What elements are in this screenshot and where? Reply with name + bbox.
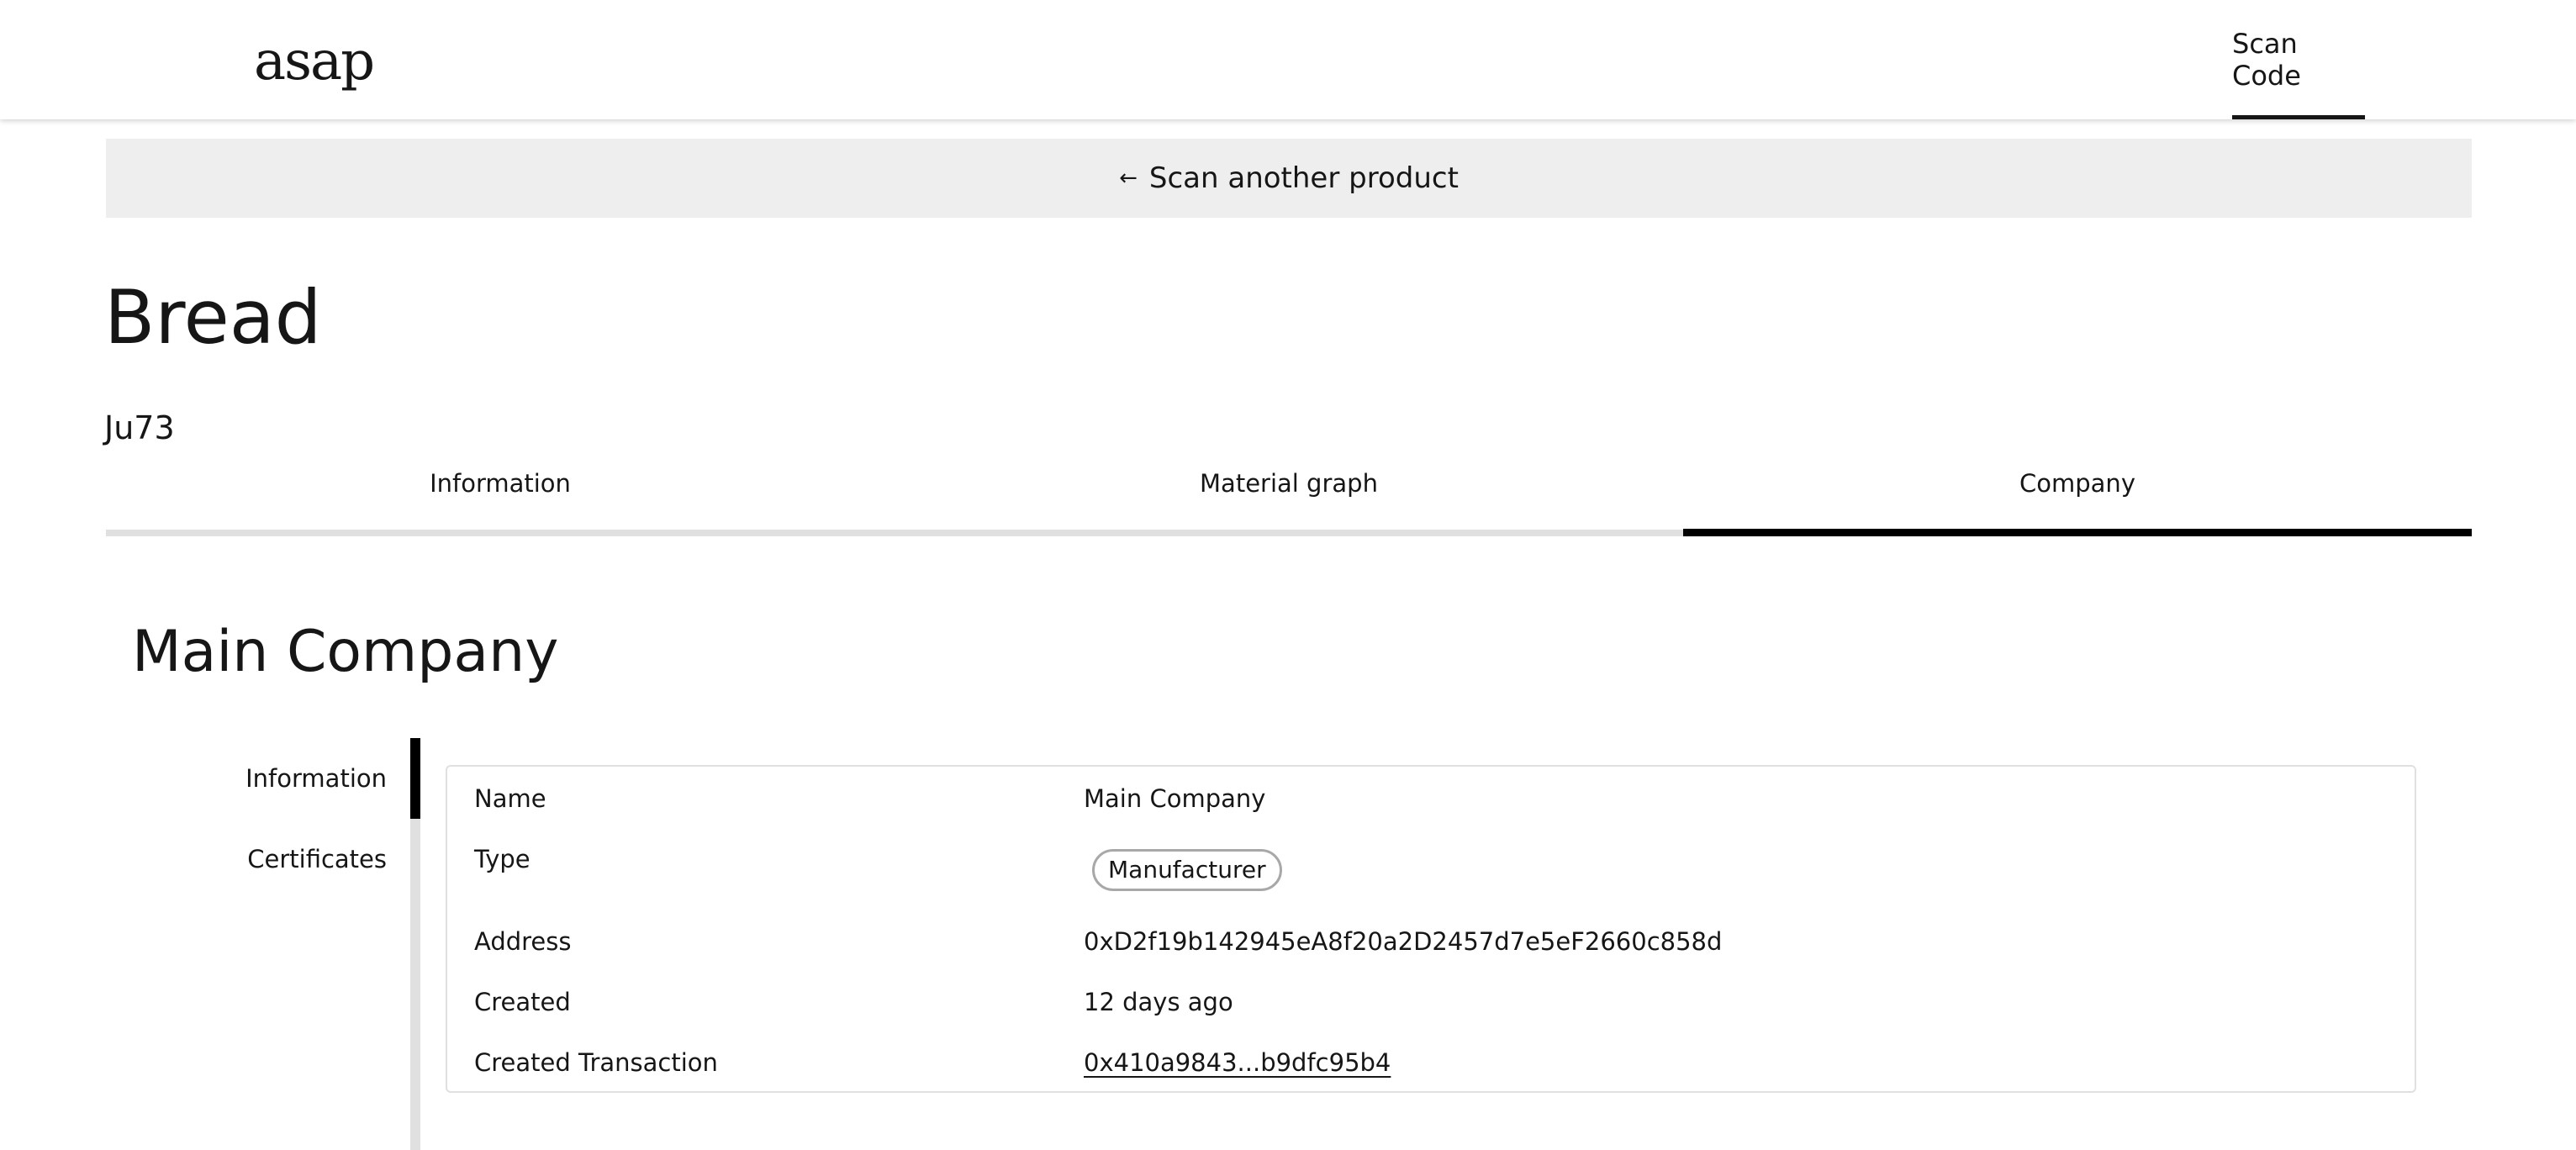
product-tabs: Information Material graph Company xyxy=(106,462,2472,536)
tab-material-graph[interactable]: Material graph xyxy=(895,462,1683,536)
detail-label: Address xyxy=(474,927,572,956)
company-side-nav: Information Certificates xyxy=(168,738,420,1150)
company-title: Main Company xyxy=(132,619,559,685)
product-title: Bread xyxy=(104,274,322,361)
detail-value: 0xD2f19b142945eA8f20a2D2457d7e5eF2660c85… xyxy=(1084,927,1723,956)
product-code: Ju73 xyxy=(104,409,175,446)
detail-label: Created Transaction xyxy=(474,1048,718,1077)
scan-another-product-label: Scan another product xyxy=(1148,161,1459,195)
detail-label: Created xyxy=(474,988,571,1016)
tab-information[interactable]: Information xyxy=(106,462,895,536)
tab-indicator xyxy=(106,530,895,536)
detail-label: Type xyxy=(474,845,531,873)
created-transaction-link[interactable]: 0x410a9843...b9dfc95b4 xyxy=(1084,1048,1391,1077)
side-nav-certificates[interactable]: Certificates xyxy=(247,819,387,899)
top-header: asap Scan Code xyxy=(0,0,2576,119)
asap-logo[interactable]: asap xyxy=(254,25,388,98)
arrow-left-icon: ← xyxy=(1119,166,1138,191)
scan-another-product-button[interactable]: ← Scan another product xyxy=(106,139,2472,218)
tab-label: Information xyxy=(430,469,571,498)
type-tag: Manufacturer xyxy=(1092,849,1282,891)
nav-scan-code-link[interactable]: Scan Code xyxy=(2232,0,2365,119)
nav-scan-code-label: Scan Code xyxy=(2232,28,2301,92)
tab-indicator xyxy=(895,530,1683,536)
detail-label: Name xyxy=(474,784,546,813)
detail-value: 12 days ago xyxy=(1084,988,1233,1016)
tab-company[interactable]: Company xyxy=(1683,462,2472,536)
company-details-card: Name Main Company Type Manufacturer Addr… xyxy=(446,765,2416,1093)
logo-text: asap xyxy=(254,30,375,92)
side-nav-active-indicator xyxy=(410,738,420,819)
detail-value: Main Company xyxy=(1084,784,1266,813)
side-nav-information[interactable]: Information xyxy=(245,738,387,819)
detail-value: 0x410a9843...b9dfc95b4 xyxy=(1084,1046,1391,1079)
detail-value: Manufacturer xyxy=(1084,842,1282,891)
tab-indicator-active xyxy=(1683,529,2472,536)
tab-label: Company xyxy=(2019,469,2135,498)
side-nav-label: Certificates xyxy=(247,845,387,873)
tab-label: Material graph xyxy=(1200,469,1378,498)
side-nav-label: Information xyxy=(245,764,387,793)
nav-active-underline xyxy=(2232,115,2365,119)
